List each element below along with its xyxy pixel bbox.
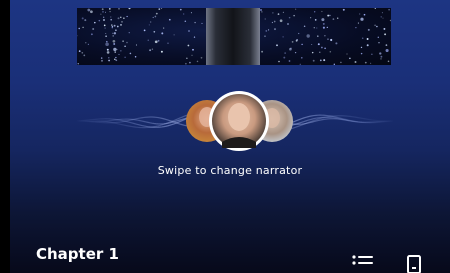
audiobook-player-screen: Swipe to change narrator Chapter 1 xyxy=(10,0,450,273)
narrator-avatar-center-icon[interactable] xyxy=(209,91,269,151)
narrator-selector[interactable] xyxy=(10,88,450,158)
cover-art xyxy=(77,8,391,65)
list-icon[interactable] xyxy=(352,254,376,270)
swipe-hint-text: Swipe to change narrator xyxy=(157,164,303,177)
starfield-cover-art-icon xyxy=(77,8,391,65)
phone-icon[interactable] xyxy=(406,255,422,273)
chapter-title[interactable]: Chapter 1 xyxy=(36,245,119,263)
